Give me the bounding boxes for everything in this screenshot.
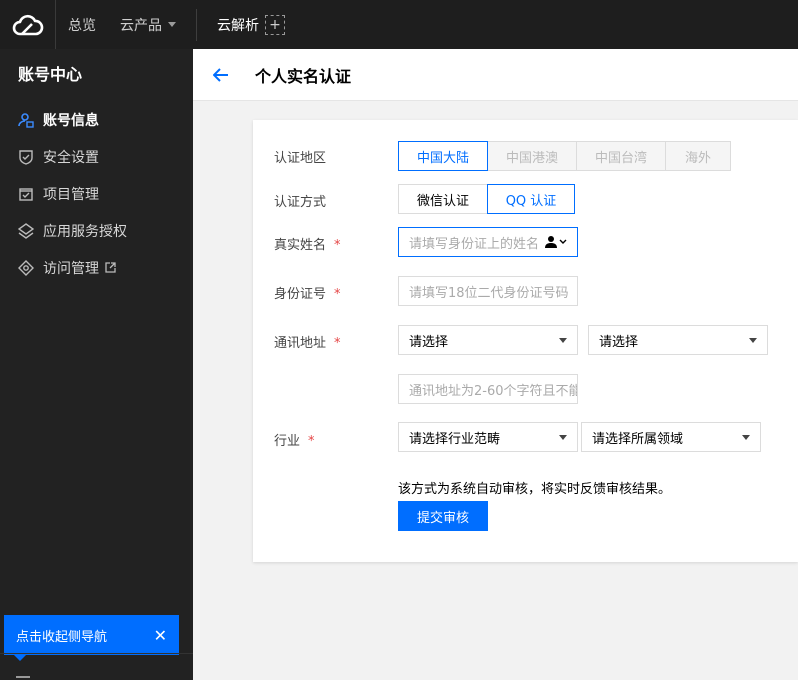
sidebar: 账号中心 账号信息 安全设置 项目管理 应用服务授权 访问管理 点击收起侧导航 [0, 49, 193, 680]
address-city-value: 请选择 [599, 334, 639, 350]
dns-label: 云解析 [217, 17, 259, 34]
caret-down-icon [559, 434, 567, 440]
submit-review-button[interactable]: 提交审核 [398, 501, 488, 531]
id-number-label-text: 身份证号 [274, 287, 327, 302]
id-number-placeholder: 请填写18位二代身份证号码 [409, 285, 569, 301]
address-detail-input[interactable]: 通讯地址为2-60个字符且不能 [398, 374, 578, 404]
sidebar-footer [0, 653, 193, 680]
region-segmented-control: 中国大陆 中国港澳 中国台湾 海外 [398, 141, 731, 171]
address-label: 通讯地址 * [274, 332, 341, 351]
industry-field-select[interactable]: 请选择所属领域 [581, 422, 761, 452]
auto-review-hint: 该方式为系统自动审核，将实时反馈审核结果。 [398, 482, 672, 497]
region-option-hk-macau[interactable]: 中国港澳 [487, 141, 577, 171]
caret-down-icon [742, 434, 750, 440]
collapse-icon[interactable] [16, 676, 30, 680]
region-option-overseas[interactable]: 海外 [665, 141, 731, 171]
shield-icon [18, 149, 34, 165]
required-mark: * [334, 238, 341, 253]
collapse-tip-text: 点击收起侧导航 [16, 629, 108, 645]
industry-field-value: 请选择所属领域 [592, 431, 684, 447]
method-option-wechat[interactable]: 微信认证 [398, 184, 488, 214]
sidebar-item-label: 项目管理 [43, 186, 99, 203]
address-label-text: 通讯地址 [274, 336, 327, 351]
external-link-icon [105, 262, 116, 273]
sidebar-title: 账号中心 [18, 65, 83, 84]
address-province-value: 请选择 [409, 334, 449, 350]
user-icon [18, 112, 34, 128]
back-arrow-icon[interactable] [209, 63, 233, 87]
access-icon [18, 259, 34, 276]
required-mark: * [334, 287, 341, 302]
layers-icon [18, 222, 34, 239]
region-label: 认证地区 [274, 151, 327, 166]
address-detail-placeholder: 通讯地址为2-60个字符且不能 [409, 383, 578, 399]
region-option-mainland[interactable]: 中国大陆 [398, 141, 488, 171]
products-label: 云产品 [120, 17, 162, 34]
id-number-label: 身份证号 * [274, 283, 341, 302]
caret-down-icon [559, 337, 567, 343]
method-label: 认证方式 [274, 195, 327, 210]
top-navbar: 总览 云产品 云解析 + [0, 0, 798, 49]
cloud-logo-icon[interactable] [0, 0, 56, 49]
overview-label: 总览 [68, 17, 96, 34]
sidebar-item-label: 账号信息 [43, 112, 99, 129]
divider [196, 8, 197, 41]
sidebar-item-label: 应用服务授权 [43, 223, 127, 240]
products-menu[interactable]: 云产品 [108, 0, 188, 49]
page-header: 个人实名认证 [193, 49, 798, 101]
name-label: 真实姓名 * [274, 234, 341, 253]
caret-down-icon [749, 337, 757, 343]
sidebar-item-app-auth[interactable]: 应用服务授权 [0, 212, 193, 249]
address-city-select[interactable]: 请选择 [588, 325, 768, 355]
sidebar-item-security[interactable]: 安全设置 [0, 138, 193, 175]
person-dropdown-icon[interactable] [545, 235, 569, 249]
industry-category-value: 请选择行业范畴 [409, 431, 501, 447]
method-option-qq[interactable]: QQ 认证 [487, 184, 575, 214]
collapse-sidebar-tooltip: 点击收起侧导航 ✕ [4, 615, 179, 661]
sidebar-item-projects[interactable]: 项目管理 [0, 175, 193, 212]
overview-link[interactable]: 总览 [56, 0, 108, 49]
name-label-text: 真实姓名 [274, 238, 327, 253]
real-name-input[interactable]: 请填写身份证上的姓名 [398, 227, 578, 257]
id-number-input[interactable]: 请填写18位二代身份证号码 [398, 276, 578, 306]
page-title: 个人实名认证 [255, 66, 352, 86]
required-mark: * [334, 336, 341, 351]
sidebar-item-label: 安全设置 [43, 149, 99, 166]
address-province-select[interactable]: 请选择 [398, 325, 578, 355]
sidebar-item-label: 访问管理 [43, 260, 99, 277]
industry-category-select[interactable]: 请选择行业范畴 [398, 422, 578, 452]
plus-icon[interactable]: + [265, 14, 285, 35]
industry-label-text: 行业 [274, 434, 301, 449]
verification-form-card: 认证地区 中国大陆 中国港澳 中国台湾 海外 认证方式 微信认证 QQ 认证 真… [253, 120, 798, 562]
industry-label: 行业 * [274, 430, 315, 449]
sidebar-item-account-info[interactable]: 账号信息 [0, 101, 193, 138]
sidebar-item-access[interactable]: 访问管理 [0, 249, 193, 286]
method-segmented-control: 微信认证 QQ 认证 [398, 184, 575, 214]
close-icon[interactable]: ✕ [154, 626, 167, 645]
region-option-taiwan[interactable]: 中国台湾 [576, 141, 666, 171]
required-mark: * [308, 434, 315, 449]
real-name-placeholder: 请填写身份证上的姓名 [409, 236, 540, 252]
dns-link[interactable]: 云解析 + [205, 0, 297, 49]
chevron-down-icon [168, 22, 176, 27]
folder-check-icon [18, 186, 34, 202]
